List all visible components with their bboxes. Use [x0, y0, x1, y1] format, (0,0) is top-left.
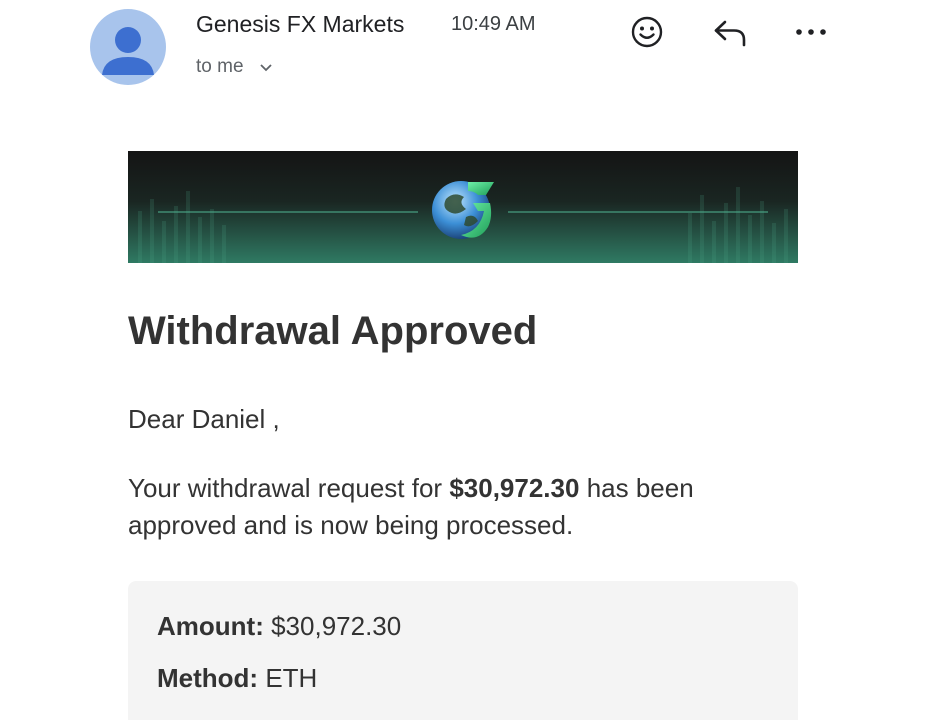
brand-logo-icon	[432, 181, 494, 239]
more-options-icon[interactable]	[793, 14, 829, 50]
message-text-start: Your withdrawal request for	[128, 473, 450, 503]
detail-label: Amount:	[157, 611, 272, 641]
detail-row-amount: Amount: $30,972.30	[157, 611, 401, 642]
email-title: Withdrawal Approved	[128, 309, 538, 353]
email-message: Your withdrawal request for $30,972.30 h…	[128, 470, 808, 544]
received-time: 10:49 AM	[451, 13, 536, 35]
brand-banner	[128, 151, 798, 263]
detail-value: $30,972.30	[271, 611, 402, 641]
detail-row-method: Method: ETH	[157, 663, 317, 694]
emoji-reaction-icon[interactable]	[629, 14, 665, 50]
detail-label: Method:	[157, 663, 266, 693]
message-amount: $30,972.30	[449, 473, 580, 503]
sender-avatar-icon[interactable]	[90, 9, 166, 85]
withdrawal-details-box: Amount: $30,972.30 Method: ETH	[128, 581, 798, 720]
recipient-toggle[interactable]: to me	[196, 56, 274, 78]
email-greeting: Dear Daniel ,	[128, 404, 280, 434]
recipient-label: to me	[196, 56, 244, 77]
detail-value: ETH	[265, 663, 318, 693]
email-view: Genesis FX Markets 10:49 AM to me Withdr…	[0, 0, 936, 720]
chevron-down-icon[interactable]	[258, 59, 274, 75]
reply-icon[interactable]	[712, 14, 748, 50]
sender-name[interactable]: Genesis FX Markets	[196, 11, 404, 38]
